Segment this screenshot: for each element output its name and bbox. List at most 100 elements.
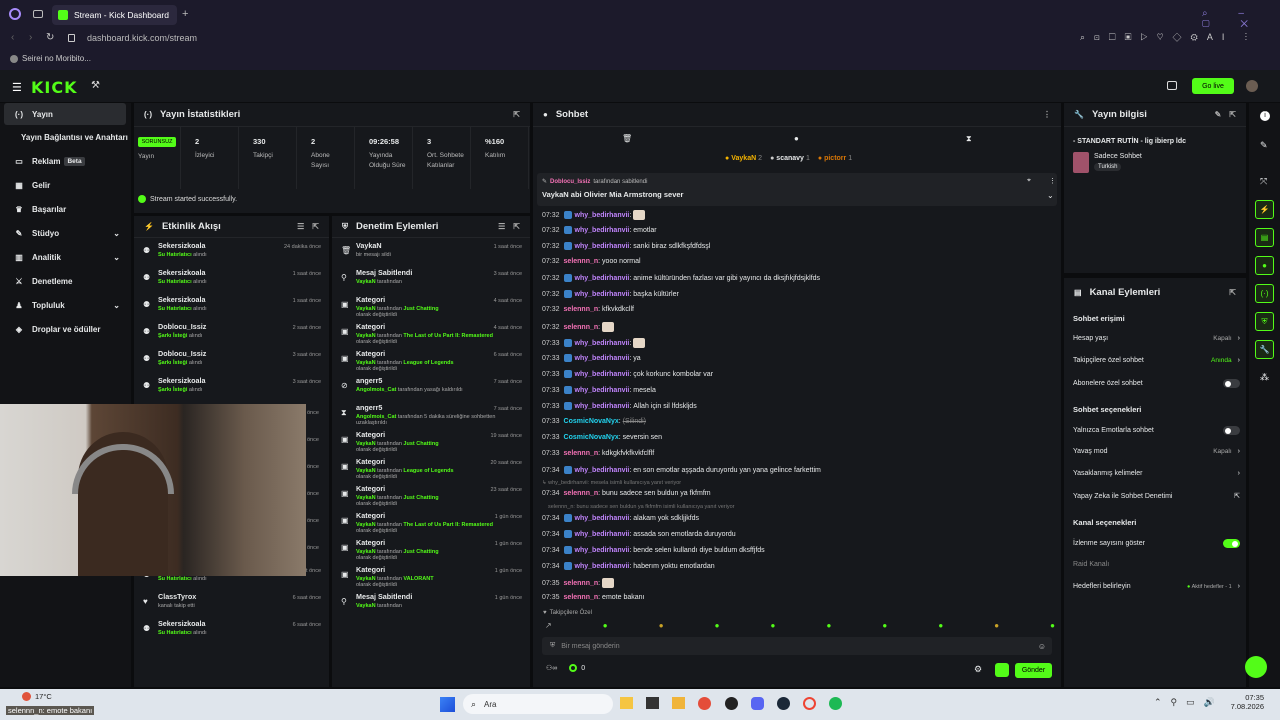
chat-message[interactable]: 07:32 selennn_n: yooo normal	[542, 258, 641, 265]
start-icon[interactable]	[440, 697, 455, 712]
banned-words-setting[interactable]: Yasaklanmış kelimeler ›	[1073, 470, 1240, 477]
chat-message[interactable]: 07:32 why_bedirhanvii: emotlar	[542, 226, 657, 234]
chat-message[interactable]: 07:32 why_bedirhanvii:	[542, 210, 646, 220]
chat-username[interactable]: CosmicNovaNyx	[564, 434, 619, 441]
steam-icon[interactable]	[776, 697, 790, 710]
support-icon[interactable]	[1245, 656, 1267, 678]
external-link-icon[interactable]: ⇱	[1229, 288, 1236, 297]
chat-username[interactable]: selennn_n	[564, 258, 599, 265]
tools-icon[interactable]: ⚒	[91, 80, 100, 91]
ai-moderation-setting[interactable]: Yapay Zeka ile Sohbet Denetimi ⇱	[1073, 492, 1240, 501]
chat-message[interactable]: 07:34 why_bedirhanvii: en son emotlar aşş…	[542, 466, 821, 474]
chat-message[interactable]: 07:33 CosmicNovaNyx: seversin sen	[542, 434, 662, 441]
workspace-icon[interactable]	[33, 10, 43, 18]
file-explorer-icon[interactable]	[620, 697, 633, 709]
chat-username[interactable]: why_bedirhanvii	[575, 563, 630, 570]
chat-username[interactable]: CosmicNovaNyx	[564, 418, 619, 425]
sidebar-item-droplar[interactable]: ◈ Droplar ve ödüller	[4, 318, 126, 340]
browser-tab[interactable]: Stream - Kick Dashboard	[52, 5, 177, 25]
view-count-toggle[interactable]	[1223, 539, 1240, 548]
chat-message[interactable]: 07:35 selennn_n:	[542, 578, 615, 588]
emote-only-toggle[interactable]	[1223, 426, 1240, 435]
category-name[interactable]: Sadece Sohbet	[1094, 153, 1142, 160]
chat-message[interactable]: 07:33 why_bedirhanvii:	[542, 338, 646, 348]
sidebar-item-studyo[interactable]: ✎ Stüdyo ⌄	[4, 222, 126, 244]
chat-username[interactable]: why_bedirhanvii	[575, 355, 630, 362]
menu-icon[interactable]: ☰	[12, 81, 22, 94]
folder-icon[interactable]	[672, 697, 686, 709]
users-icon[interactable]: ⚇∞	[546, 664, 557, 672]
taskbar-search[interactable]: ⌕ Ara	[463, 694, 613, 714]
forward-icon[interactable]: ›	[29, 32, 32, 43]
chat-username[interactable]: selennn_n	[564, 594, 599, 601]
goals-setting[interactable]: Hedefleri belirleyin ● Aktif hedefler - 1…	[1073, 583, 1240, 590]
unpin-icon[interactable]: ⌖	[1027, 177, 1031, 185]
kick-bot-icon[interactable]	[995, 663, 1009, 677]
opera-icon[interactable]	[802, 697, 816, 710]
sidebar-item-analitik[interactable]: ▥ Analitik ⌄	[4, 246, 126, 268]
chat-message[interactable]: 07:32 selennn_n: kfkvkdkcllf	[542, 306, 634, 313]
emote-icon[interactable]: ↗	[545, 621, 552, 633]
sidebar-item-reklam[interactable]: ▭ Reklam Beta	[4, 150, 126, 172]
chat-username[interactable]: why_bedirhanvii	[575, 275, 630, 282]
chat-message[interactable]: 07:33 why_bedirhanvii: mesela	[542, 386, 656, 394]
filter-icon[interactable]: ☰	[498, 222, 505, 231]
emote-icon[interactable]: ●	[715, 621, 720, 633]
chrome-icon[interactable]	[698, 697, 712, 710]
emote-icon[interactable]: ●	[826, 621, 831, 633]
chevron-down-icon[interactable]: ⌄	[1047, 191, 1054, 200]
followers-only-setting[interactable]: Takipçilere özel sohbet Anında ›	[1073, 357, 1240, 364]
raid-channel-setting[interactable]: Raid Kanalı	[1073, 561, 1240, 568]
chat-message[interactable]: 07:33 why_bedirhanvii: ya	[542, 354, 641, 362]
avatar[interactable]	[1246, 80, 1258, 92]
chat-rail-button[interactable]: ●	[1255, 256, 1274, 275]
sidebar-item-topluluk[interactable]: ♟ Topluluk ⌄	[4, 294, 126, 316]
chat-username[interactable]: why_bedirhanvii	[575, 531, 630, 538]
edit-icon[interactable]: ✎	[1260, 140, 1268, 151]
chat-message[interactable]: 07:32 why_bedirhanvii: anime kültüründen …	[542, 274, 820, 282]
resize-icon[interactable]: ⤧	[1260, 176, 1267, 187]
chat-message[interactable]: 07:32 why_bedirhanvii: başka kültürler	[542, 290, 679, 298]
browser-toolbar-icons[interactable]: ⌕⊡☐▣▷♡◇⚙AI ⋮	[1080, 32, 1256, 43]
chat-username[interactable]: selennn_n	[564, 306, 599, 313]
shield-rail-button[interactable]: ⛨	[1255, 312, 1274, 331]
url-text[interactable]: dashboard.kick.com/stream	[87, 33, 197, 43]
trash-icon[interactable]: 🗑	[622, 134, 632, 143]
discord-icon[interactable]	[750, 697, 764, 710]
send-button[interactable]: Gönder	[1015, 663, 1052, 678]
reload-icon[interactable]: ↻	[46, 32, 54, 43]
terminal-icon[interactable]	[646, 697, 660, 709]
app-icon[interactable]	[724, 697, 738, 710]
chat-username[interactable]: why_bedirhanvii	[575, 212, 630, 219]
chat-username[interactable]: why_bedirhanvii	[575, 387, 630, 394]
more-icon[interactable]: ⋮	[1043, 110, 1051, 119]
chat-message[interactable]: 07:32 why_bedirhanvii: sanki biraz sdlkfk…	[542, 242, 710, 250]
back-icon[interactable]: ‹	[11, 32, 14, 43]
emote-icon[interactable]: ●	[771, 621, 776, 633]
sidebar-item-basarilar[interactable]: ♛ Başarılar	[4, 198, 126, 220]
external-link-icon[interactable]: ⇱	[1229, 110, 1236, 119]
chat-message[interactable]: 07:34 selennn_n: bunu sadece sen buldun y…	[542, 490, 711, 497]
chat-message[interactable]: 07:33 why_bedirhanvii: Allah için sil lfd…	[542, 402, 697, 410]
hourglass-icon[interactable]: ⧗	[966, 134, 972, 144]
apps-icon[interactable]: ⁂	[1260, 372, 1269, 383]
chat-message[interactable]: 07:34 why_bedirhanvii: alakam yok sdkljjk…	[542, 514, 699, 522]
notifications-icon[interactable]	[1167, 81, 1177, 90]
sidebar-item-gelir[interactable]: ▦ Gelir	[4, 174, 126, 196]
subscribers-only-toggle[interactable]	[1223, 379, 1240, 388]
chat-username[interactable]: selennn_n	[564, 324, 599, 331]
chat-username[interactable]: why_bedirhanvii	[575, 515, 630, 522]
chat-message[interactable]: 07:33 selennn_n: kdkgkfvkfkvkfclflf	[542, 450, 654, 457]
emote-icon[interactable]: ●	[994, 621, 999, 633]
sidebar-item-yayin[interactable]: (·) Yayın	[4, 103, 126, 125]
spotify-icon[interactable]	[829, 697, 842, 710]
chat-username[interactable]: selennn_n	[564, 450, 599, 457]
chat-message[interactable]: 07:32 selennn_n:	[542, 322, 615, 332]
chat-message[interactable]: 07:33 CosmicNovaNyx: (Silindi)	[542, 418, 646, 425]
chat-username[interactable]: why_bedirhanvii	[575, 403, 630, 410]
chat-username[interactable]: why_bedirhanvii	[575, 243, 630, 250]
system-tray-icons[interactable]: ⌃⚲▭🔊	[1154, 697, 1224, 708]
emoji-icon[interactable]: ☺	[1038, 642, 1046, 651]
sidebar-item-denetleme[interactable]: ⚔ Denetleme	[4, 270, 126, 292]
chat-message[interactable]: 07:34 why_bedirhanvii: haberım yoktu emot…	[542, 562, 715, 570]
